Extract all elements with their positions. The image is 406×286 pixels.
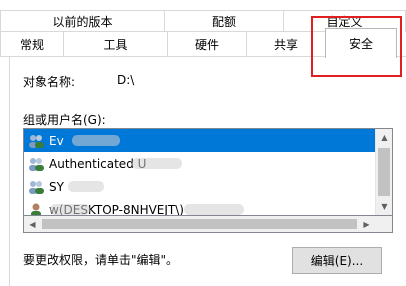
group-users-label: 组或用户名(G):: [23, 113, 106, 127]
redaction-blur: [184, 204, 244, 215]
edit-button-label: 编辑(E)...: [310, 254, 364, 268]
tab-previous-versions[interactable]: 以前的版本: [0, 10, 165, 32]
user-icon: [28, 202, 45, 215]
user-name: SY: [49, 179, 64, 194]
tab-security[interactable]: 安全: [325, 28, 397, 58]
scroll-thumb[interactable]: [378, 148, 390, 196]
redaction-blur: [50, 204, 90, 215]
tab-row-front: 常规 工具 硬件 共享 安全: [0, 28, 397, 58]
list-item[interactable]: Ev: [24, 129, 375, 152]
scroll-up-icon[interactable]: ▲: [376, 129, 392, 146]
redaction-blur: [72, 135, 120, 146]
horizontal-scrollbar[interactable]: ◀ ▶: [23, 216, 393, 233]
tab-label: 配额: [211, 15, 236, 29]
scroll-down-icon[interactable]: ▼: [376, 198, 392, 215]
tab-label: 以前的版本: [52, 15, 113, 29]
vertical-scrollbar[interactable]: ▲ ▼: [375, 129, 392, 215]
group-icon: [28, 133, 45, 149]
scroll-left-icon[interactable]: ◀: [24, 216, 41, 232]
panel-border: [9, 56, 10, 286]
tab-label: 安全: [348, 37, 373, 51]
list-item[interactable]: w(DESKTOP-8NHVEJT\): [24, 198, 375, 215]
tab-label: 共享: [273, 38, 298, 52]
scroll-thumb[interactable]: [42, 219, 357, 229]
user-name: Ev: [49, 133, 64, 148]
scroll-right-icon[interactable]: ▶: [358, 216, 375, 232]
edit-button[interactable]: 编辑(E)...: [292, 247, 382, 274]
object-name-value: D:\: [117, 73, 135, 87]
tab-label: 常规: [19, 38, 44, 52]
tab-label: 工具: [103, 38, 128, 52]
list-item[interactable]: SY: [24, 175, 375, 198]
tab-label: 硬件: [194, 38, 219, 52]
tab-quota[interactable]: 配额: [164, 10, 284, 32]
tab-sharing[interactable]: 共享: [246, 31, 326, 57]
tab-hardware[interactable]: 硬件: [167, 31, 247, 57]
redaction-blur: [132, 158, 182, 169]
group-icon: [28, 179, 45, 195]
tab-tools[interactable]: 工具: [63, 31, 168, 57]
edit-permissions-hint: 要更改权限，请单击"编辑"。: [23, 253, 179, 267]
list-item[interactable]: Authenticated U: [24, 152, 375, 175]
users-listbox[interactable]: Ev Authenticated U SY w(DESKTOP-8NHVEJT\…: [23, 128, 393, 216]
redaction-blur: [68, 181, 104, 192]
group-icon: [28, 156, 45, 172]
tab-general[interactable]: 常规: [0, 31, 64, 57]
object-name-label: 对象名称:: [23, 75, 76, 89]
